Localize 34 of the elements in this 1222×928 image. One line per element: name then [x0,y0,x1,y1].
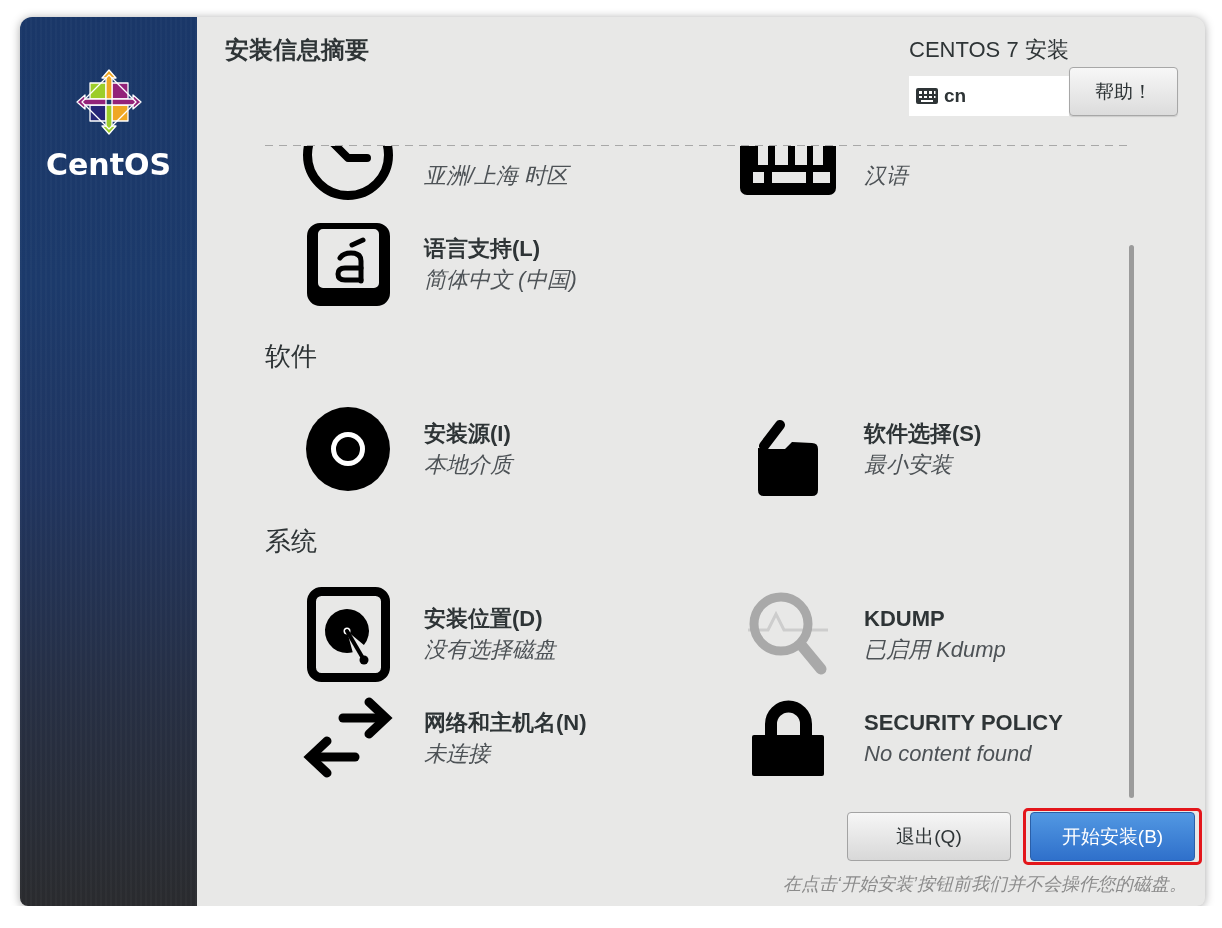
setting-status: 没有选择磁盘 [424,636,556,664]
section-heading: 软件 [265,341,317,371]
setting-status: No content found [864,740,1033,768]
setting-status: 未连接 [424,740,493,768]
summary-title: 安装信息摘要 [225,37,369,65]
footer-note: 在点击‘开始安装’按钮前我们并不会操作您的磁盘。 [783,873,1187,895]
lock-icon[interactable] [752,700,824,776]
help-button[interactable]: 帮助！ [1069,67,1178,116]
setting-status: 简体中文 (中国) [424,266,577,294]
keyboard-icon[interactable] [740,146,836,195]
keyboard-icon [916,88,938,104]
setting-title[interactable]: 软件选择(S) [864,418,982,449]
logo-text: CentOS [45,147,172,183]
setting-status: 已启用 Kdump [864,636,1006,664]
disc-icon[interactable] [306,407,390,491]
start-install-button[interactable]: 开始安装(B) [1030,812,1195,861]
setting-status: 汉语 [864,161,908,190]
accent-key-icon[interactable] [306,222,390,306]
keyboard-layout-indicator[interactable]: cn [909,76,1069,116]
setting-title[interactable]: KDUMP [864,603,1006,634]
product-title: CENTOS 7 安装 [909,38,1069,62]
setting-title[interactable]: SECURITY POLICY [864,707,1063,738]
setting-title[interactable]: 网络和主机名(N) [424,707,587,738]
section-heading: 系统 [265,526,317,556]
setting-title[interactable]: 安装源(I) [424,418,512,449]
scrollbar[interactable] [1129,245,1134,798]
setting-title[interactable]: 语言支持(L) [424,233,577,264]
quit-button[interactable]: 退出(Q) [847,812,1011,861]
setting-status: 最小安装 [864,451,955,479]
clock-icon[interactable] [303,146,393,201]
box-icon[interactable] [758,418,818,496]
setting-status: 亚洲/上海 时区 [424,161,569,190]
setting-title[interactable]: 安装位置(D) [424,603,556,634]
logo-icon [75,69,142,135]
